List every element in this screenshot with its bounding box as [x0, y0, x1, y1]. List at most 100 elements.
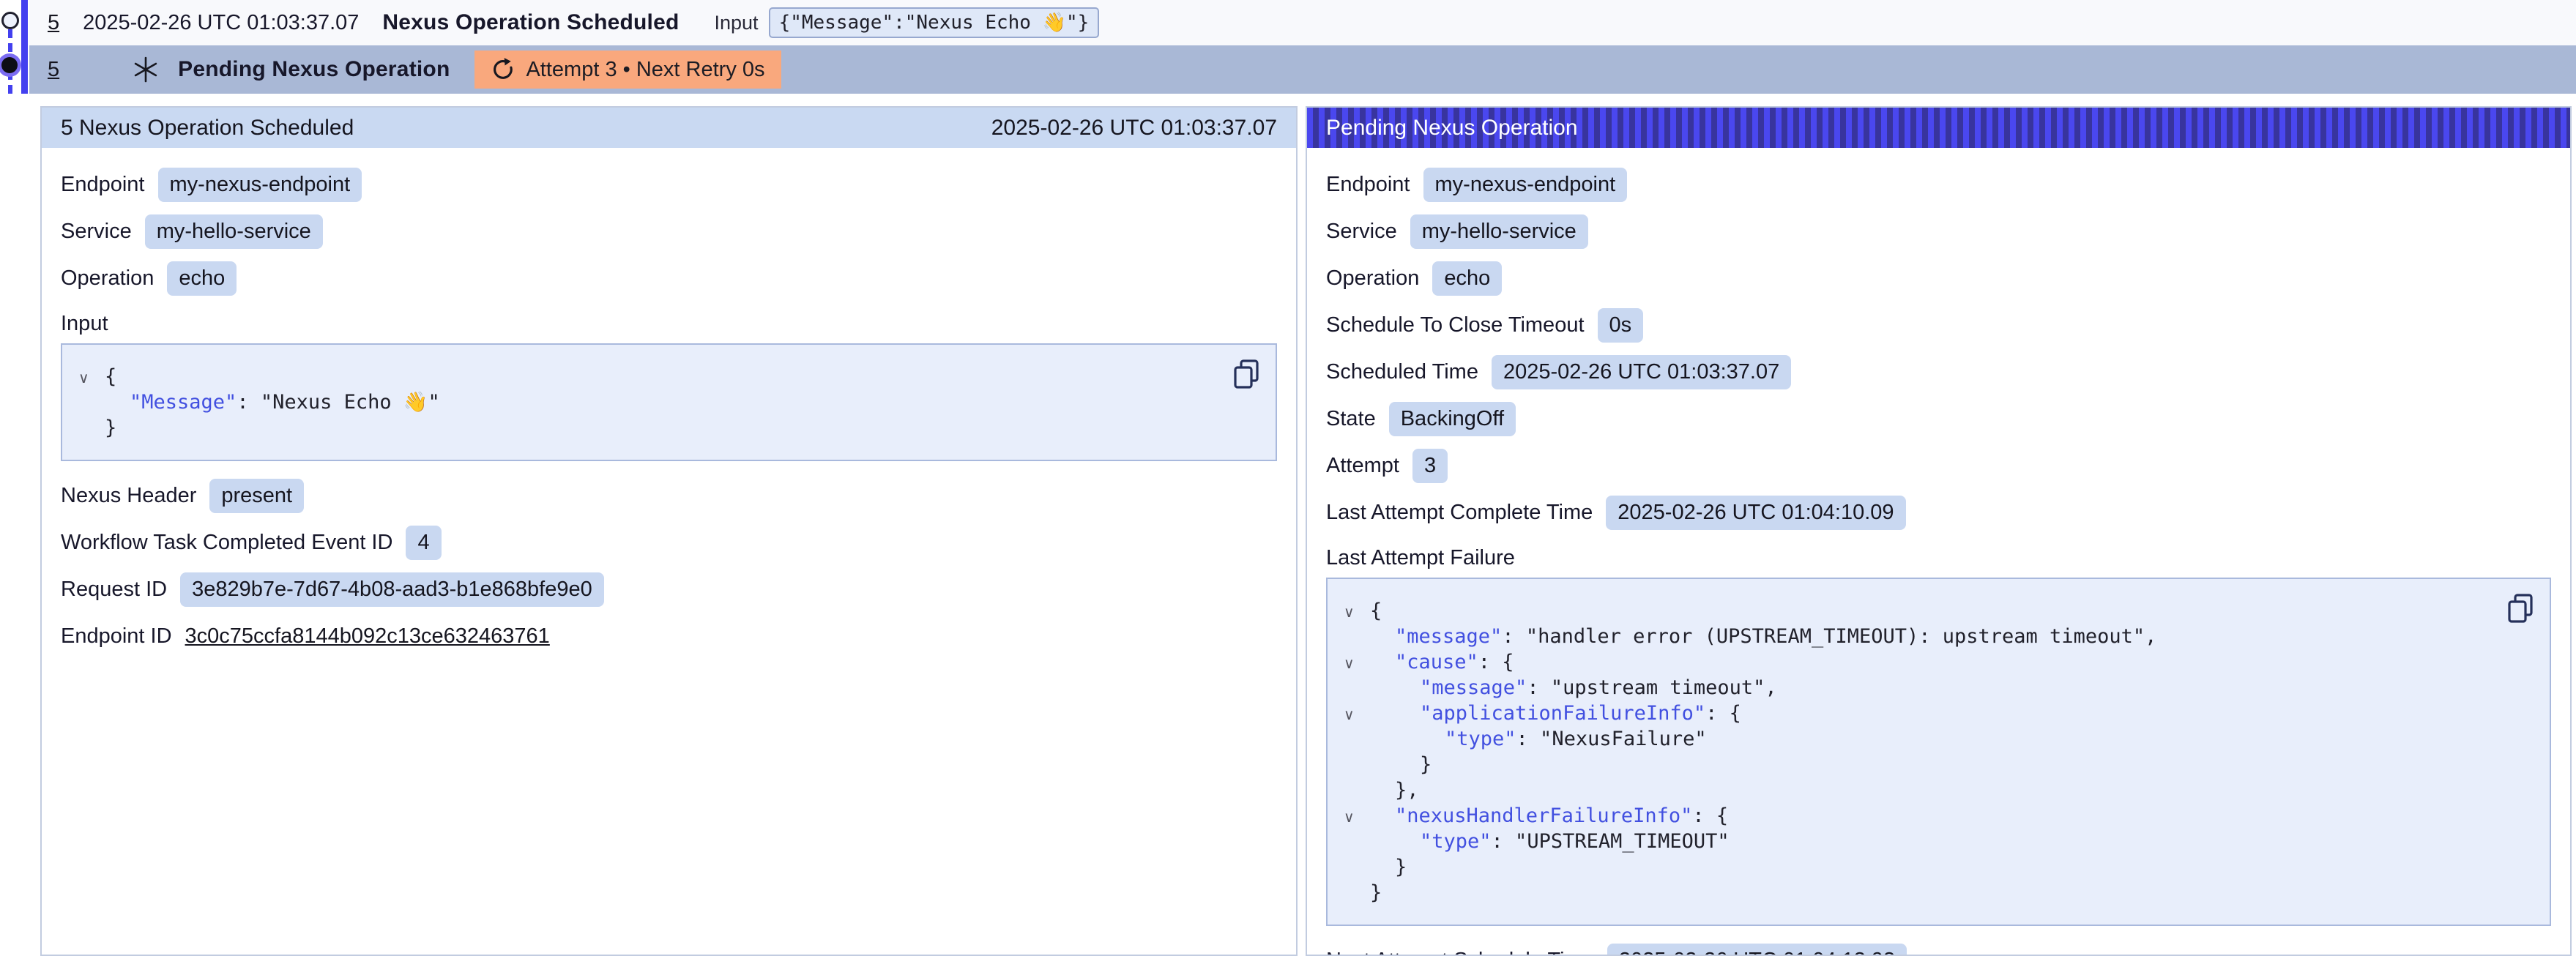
field-label: Scheduled Time [1326, 360, 1478, 384]
event-title: Nexus Operation Scheduled [382, 10, 679, 35]
event-id-link[interactable]: 5 [48, 58, 59, 82]
field-label: Attempt [1326, 454, 1399, 478]
field-value-chip: echo [1432, 261, 1502, 296]
retry-badge: Attempt 3 • Next Retry 0s [474, 51, 781, 89]
field-label: Nexus Header [61, 484, 196, 508]
event-row-pending-nexus-operation[interactable]: 5 Pending Nexus Operation Attempt 3 • Ne… [29, 45, 2576, 94]
field-value-chip: 2025-02-26 UTC 01:04:10.09 [1606, 496, 1905, 530]
field-next-attempt-schedule-time: Next Attempt Schedule Time 2025-02-26 UT… [1326, 944, 2551, 956]
field-label: Endpoint ID [61, 624, 172, 649]
code-line: "type": "UPSTREAM_TIMEOUT" [1370, 829, 2498, 854]
code-line: ∨"applicationFailureInfo": { [1370, 701, 2498, 726]
code-line: }, [1370, 777, 2498, 803]
code-line: ∨{ [105, 364, 1224, 389]
right-panel-title: Pending Nexus Operation [1326, 116, 1578, 141]
field-endpoint-id: Endpoint ID 3c0c75ccfa8144b092c13ce63246… [61, 619, 1277, 653]
field-request-id: Request ID 3e829b7e-7d67-4b08-aad3-b1e86… [61, 572, 1277, 607]
field-value-chip: BackingOff [1389, 402, 1516, 436]
input-preview-chip: {"Message":"Nexus Echo 👋"} [769, 7, 1100, 38]
field-nexus-header: Nexus Header present [61, 479, 1277, 513]
field-label: Operation [1326, 266, 1419, 291]
left-panel-header: 5 Nexus Operation Scheduled 2025-02-26 U… [42, 108, 1296, 148]
field-label: Operation [61, 266, 154, 291]
code-line: "Message": "Nexus Echo 👋" [105, 389, 1224, 415]
collapse-chevron-icon[interactable]: ∨ [78, 366, 89, 392]
field-value-chip: echo [167, 261, 237, 296]
field-value-chip: 2025-02-26 UTC 01:04:13.93 [1607, 944, 1907, 956]
field-label: Endpoint [61, 173, 145, 197]
timeline-active-bar [21, 0, 28, 94]
left-panel-fields: Endpoint my-nexus-endpoint Service my-he… [42, 148, 1296, 653]
field-label: Endpoint [1326, 173, 1410, 197]
right-panel-fields: Endpoint my-nexus-endpoint Service my-he… [1307, 148, 2570, 956]
field-label: Next Attempt Schedule Time [1326, 949, 1594, 956]
field-value-chip: 3e829b7e-7d67-4b08-aad3-b1e868bfe9e0 [180, 572, 604, 607]
field-value-chip: my-hello-service [145, 214, 323, 249]
field-workflow-task-completed-event-id: Workflow Task Completed Event ID 4 [61, 526, 1277, 560]
event-detail-panels: 5 Nexus Operation Scheduled 2025-02-26 U… [40, 106, 2572, 956]
copy-icon [1232, 358, 1261, 390]
field-value-chip: my-nexus-endpoint [158, 168, 362, 202]
field-last-attempt-complete-time: Last Attempt Complete Time 2025-02-26 UT… [1326, 496, 2551, 530]
copy-icon [2506, 592, 2535, 624]
left-panel-title: 5 Nexus Operation Scheduled [61, 116, 354, 141]
collapse-chevron-icon[interactable]: ∨ [1344, 805, 1355, 831]
code-line: } [1370, 854, 2498, 880]
panel-pending-nexus-operation: Pending Nexus Operation Endpoint my-nexu… [1306, 106, 2572, 956]
last-attempt-failure-label: Last Attempt Failure [1326, 546, 2551, 570]
field-state: State BackingOff [1326, 402, 2551, 436]
field-value-chip: 2025-02-26 UTC 01:03:37.07 [1492, 355, 1791, 389]
field-label: Service [1326, 220, 1397, 244]
timeline-open-node-icon [1, 12, 19, 29]
field-value-chip: my-hello-service [1410, 214, 1588, 249]
field-operation: Operation echo [1326, 261, 2551, 296]
field-scheduled-time: Scheduled Time 2025-02-26 UTC 01:03:37.0… [1326, 355, 2551, 389]
timeline-rail [0, 0, 29, 94]
code-line: } [105, 415, 1224, 441]
collapse-chevron-icon[interactable]: ∨ [1344, 651, 1355, 677]
field-attempt: Attempt 3 [1326, 449, 2551, 483]
code-line: ∨"cause": { [1370, 649, 2498, 675]
copy-button[interactable] [2503, 589, 2538, 627]
collapse-chevron-icon[interactable]: ∨ [1344, 600, 1355, 626]
field-value-chip: 3 [1412, 449, 1448, 483]
event-title: Pending Nexus Operation [178, 57, 450, 82]
field-label: Last Attempt Complete Time [1326, 501, 1593, 525]
pending-spinner-icon [131, 55, 160, 84]
event-row-nexus-operation-scheduled[interactable]: 5 2025-02-26 UTC 01:03:37.07 Nexus Opera… [29, 0, 2576, 45]
code-line: } [1370, 880, 2498, 905]
code-line: ∨{ [1370, 598, 2498, 624]
input-code-block: ∨{ "Message": "Nexus Echo 👋" } [61, 343, 1277, 461]
field-value-chip: present [209, 479, 304, 513]
failure-code-block: ∨{ "message": "handler error (UPSTREAM_T… [1326, 578, 2551, 926]
retry-badge-label: Attempt 3 • Next Retry 0s [526, 58, 764, 82]
code-line: "type": "NexusFailure" [1370, 726, 2498, 752]
endpoint-id-link[interactable]: 3c0c75ccfa8144b092c13ce632463761 [185, 624, 550, 649]
field-label: Schedule To Close Timeout [1326, 313, 1585, 337]
code-line: "message": "handler error (UPSTREAM_TIME… [1370, 624, 2498, 649]
field-endpoint: Endpoint my-nexus-endpoint [61, 168, 1277, 202]
field-label: State [1326, 407, 1376, 431]
input-label: Input [715, 12, 759, 34]
field-value-chip: 4 [406, 526, 441, 560]
collapse-chevron-icon[interactable]: ∨ [1344, 703, 1355, 728]
code-line: "message": "upstream timeout", [1370, 675, 2498, 701]
field-schedule-to-close-timeout: Schedule To Close Timeout 0s [1326, 308, 2551, 343]
retry-icon [491, 57, 515, 82]
input-section-label: Input [61, 312, 1277, 336]
field-service: Service my-hello-service [61, 214, 1277, 249]
workflow-event-history-view: 5 2025-02-26 UTC 01:03:37.07 Nexus Opera… [0, 0, 2576, 956]
panel-nexus-operation-scheduled: 5 Nexus Operation Scheduled 2025-02-26 U… [40, 106, 1298, 956]
timeline-current-node-icon [1, 57, 18, 73]
field-endpoint: Endpoint my-nexus-endpoint [1326, 168, 2551, 202]
copy-button[interactable] [1229, 355, 1264, 393]
event-id-link[interactable]: 5 [48, 11, 59, 35]
field-label: Request ID [61, 578, 167, 602]
code-line: } [1370, 752, 2498, 777]
field-value-chip: my-nexus-endpoint [1423, 168, 1628, 202]
left-panel-timestamp: 2025-02-26 UTC 01:03:37.07 [991, 116, 1277, 141]
field-label: Service [61, 220, 132, 244]
field-label: Workflow Task Completed Event ID [61, 531, 392, 555]
code-line: ∨"nexusHandlerFailureInfo": { [1370, 803, 2498, 829]
field-value-chip: 0s [1598, 308, 1644, 343]
